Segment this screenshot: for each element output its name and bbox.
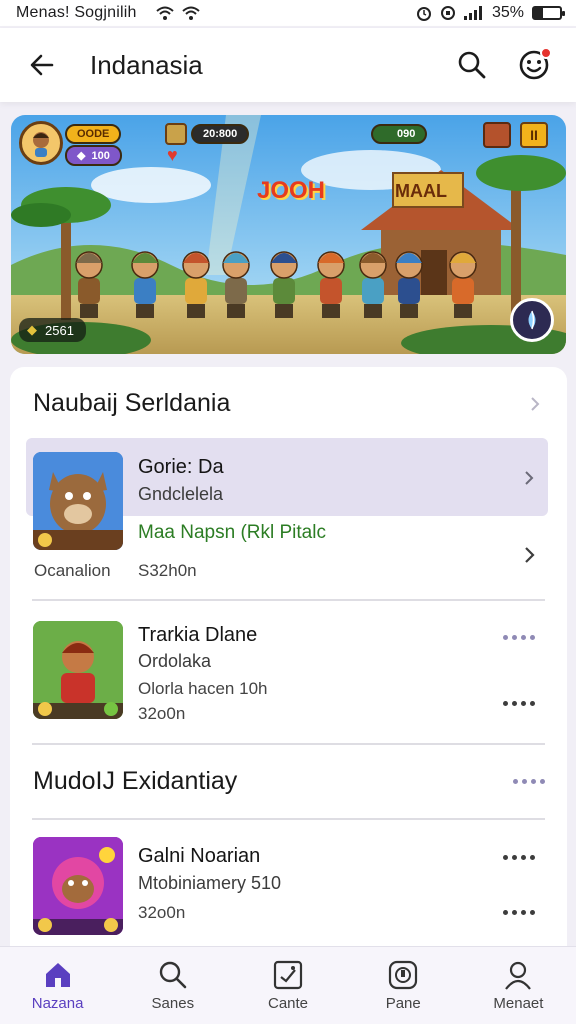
app-name: Galni Noarian <box>138 845 261 867</box>
sync-icon <box>440 6 455 20</box>
featured-app-category: Ocanalion <box>34 561 111 580</box>
player-count: ◆ 2561 <box>19 318 86 342</box>
building-sign: MAAL <box>395 181 447 201</box>
character-icon <box>33 837 123 935</box>
content-card: Naubaij Serldania Gorie: Da Gndclelela M… <box>10 367 567 1007</box>
more-options-icon[interactable] <box>503 635 535 640</box>
app-thumbnail[interactable] <box>33 621 123 719</box>
back-button[interactable] <box>20 43 64 87</box>
bottom-navigation: Nazana Sanes Cante Pane Menaet <box>0 946 576 1024</box>
app-detail: Olorla hacen 10h <box>138 679 268 698</box>
app-size: 32o0n <box>138 704 186 723</box>
app-name: Trarkia Dlane <box>138 624 258 646</box>
status-icons: 35% <box>156 4 565 22</box>
app-bar: Indanasia <box>0 28 576 102</box>
divider <box>32 743 545 745</box>
chevron-right-icon[interactable] <box>519 468 539 488</box>
gem-icon: ◆ <box>77 150 86 162</box>
pause-button[interactable]: II <box>520 122 548 148</box>
section-title-1: Naubaij Serldania <box>33 389 231 417</box>
more-options-icon[interactable] <box>503 910 535 915</box>
signal-icon <box>463 6 482 20</box>
featured-app-promo: Maa Napsn (Rkl Pitalc <box>138 522 326 543</box>
more-options-icon[interactable] <box>503 855 535 860</box>
coins-counter: OODE <box>65 124 122 144</box>
inventory-button[interactable] <box>483 122 511 148</box>
character-icon <box>33 452 123 550</box>
alarm-icon <box>416 7 431 21</box>
crystal-icon <box>528 310 536 330</box>
game-icon <box>273 960 303 990</box>
divider <box>32 599 545 601</box>
battery-icon <box>532 6 565 20</box>
heart-icon: ♥ <box>167 145 178 165</box>
character-icon <box>33 621 123 719</box>
energy-counter: 090 <box>371 124 428 144</box>
character-icon <box>33 132 49 157</box>
wifi-icon <box>182 6 200 20</box>
nav-label: Menaet <box>493 995 544 1012</box>
shield-badge <box>165 123 187 145</box>
chevron-right-icon[interactable] <box>525 394 545 414</box>
player-avatar[interactable] <box>19 121 63 165</box>
gems-counter: ◆ 100 <box>65 145 122 166</box>
app-subtitle: Mtobiniamery 510 <box>138 873 282 893</box>
nav-item-profile[interactable]: Menaet <box>461 947 576 1024</box>
app-subtitle: Ordolaka <box>138 651 212 671</box>
profile-icon <box>505 961 532 990</box>
coin-icon: ◆ <box>27 322 37 337</box>
more-options-icon[interactable] <box>503 701 535 706</box>
featured-app-name: Gorie: Da <box>138 456 224 478</box>
search-icon <box>159 961 187 989</box>
nav-label: Sanes <box>151 995 195 1012</box>
arrow-left-icon <box>30 54 54 76</box>
search-button[interactable] <box>450 43 494 87</box>
score-counter: 20:800 <box>191 124 250 144</box>
home-icon <box>45 963 70 987</box>
section-title-2: MudoIJ Exidantiay <box>33 767 238 795</box>
section-header-2[interactable]: MudoIJ Exidantiay <box>33 767 545 796</box>
nav-item-pane[interactable]: Pane <box>346 947 461 1024</box>
featured-app-size: S32h0n <box>138 561 197 580</box>
account-button[interactable] <box>512 43 556 87</box>
search-icon <box>458 51 486 79</box>
nav-item-games[interactable]: Cante <box>230 947 345 1024</box>
game-banner[interactable]: OODE ◆ 100 20:800 ♥ 090 II JOOH MAAL ◆ 2… <box>11 115 566 354</box>
nav-label: Pane <box>385 995 421 1012</box>
game-logo: JOOH <box>257 177 326 204</box>
banner-action-button[interactable] <box>510 298 554 342</box>
nav-item-home[interactable]: Nazana <box>0 947 115 1024</box>
battery-percent: 35% <box>491 4 524 21</box>
wifi-icon <box>156 6 174 20</box>
notification-badge <box>540 47 552 59</box>
status-bar: Menas! Sogjnilih 35% <box>0 0 576 26</box>
featured-app-thumbnail[interactable] <box>33 452 123 550</box>
divider <box>32 818 545 820</box>
app-thumbnail[interactable] <box>33 837 123 935</box>
more-options-icon[interactable] <box>513 779 545 784</box>
nav-item-search[interactable]: Sanes <box>115 947 230 1024</box>
nav-label: Cante <box>267 995 309 1012</box>
carrier-name: Menas! Sogjnilih <box>16 4 137 21</box>
app-size: 32o0n <box>138 903 186 922</box>
featured-app-subtitle: Gndclelela <box>138 484 224 504</box>
section-header-1[interactable]: Naubaij Serldania <box>33 389 545 418</box>
pane-icon <box>389 960 418 990</box>
page-title: Indanasia <box>90 49 203 80</box>
chevron-right-icon[interactable] <box>519 545 539 565</box>
nav-label: Nazana <box>31 995 84 1012</box>
